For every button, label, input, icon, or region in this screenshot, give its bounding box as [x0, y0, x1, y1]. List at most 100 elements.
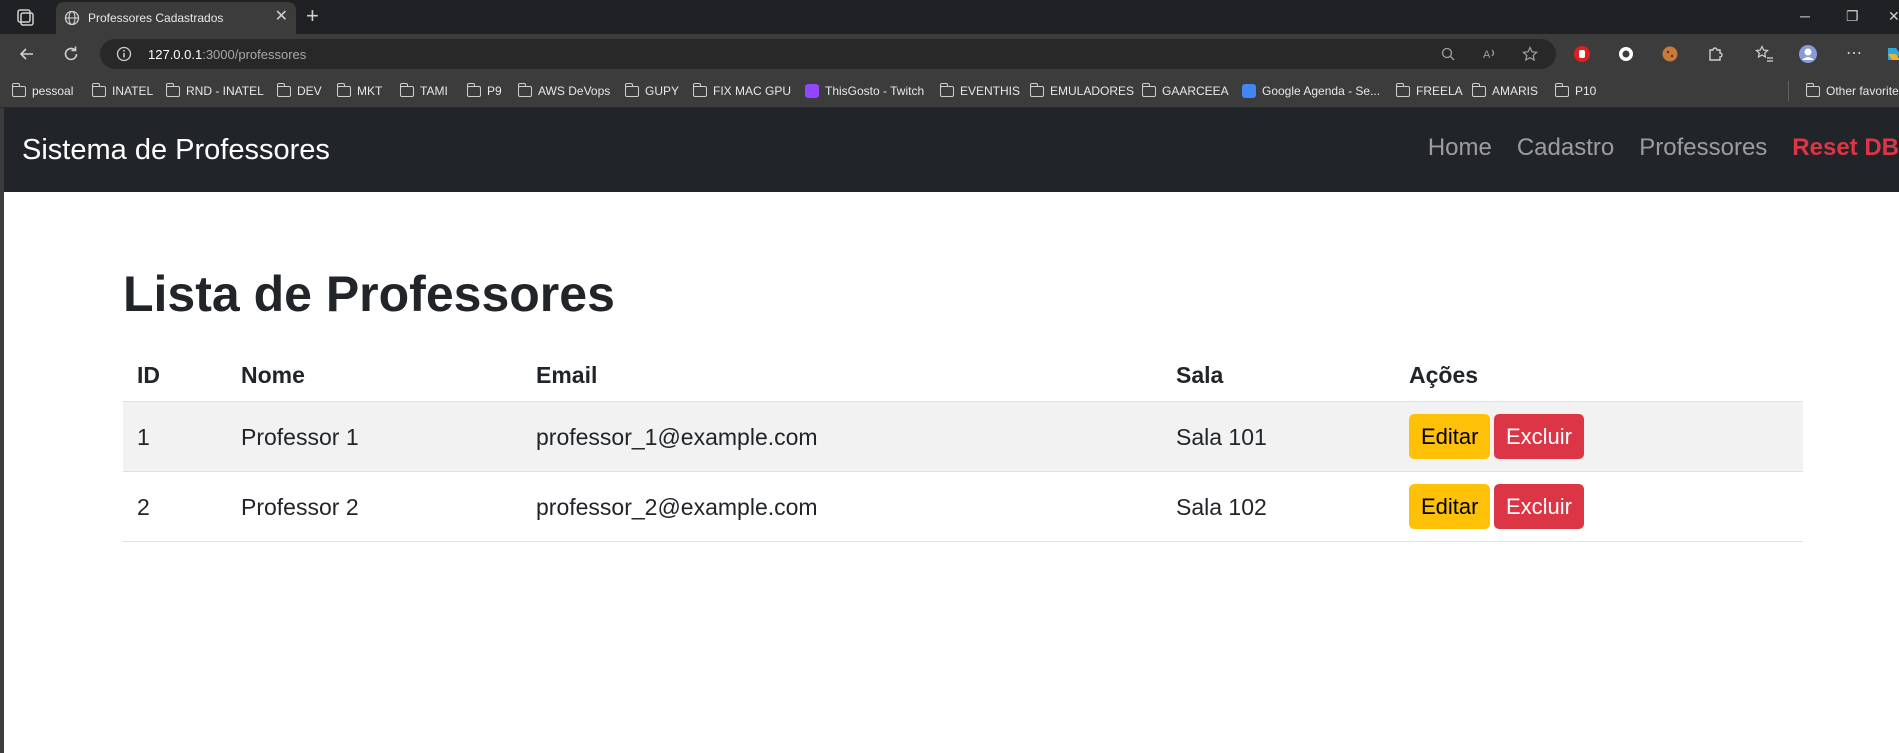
reload-icon[interactable]	[61, 44, 81, 64]
folder-icon	[12, 82, 26, 97]
copilot-icon[interactable]	[1884, 44, 1899, 64]
navbar-brand[interactable]: Sistema de Professores	[22, 134, 330, 167]
info-icon[interactable]	[116, 46, 132, 62]
url-text[interactable]: 127.0.0.1:3000/professores	[148, 47, 306, 62]
cell-email: professor_1@example.com	[536, 424, 818, 450]
browser-toolbar: 127.0.0.1:3000/professores A ⋯	[0, 34, 1899, 74]
svg-text:A: A	[1483, 49, 1491, 61]
bookmark-folder[interactable]: MKT	[337, 82, 382, 99]
nav-link-home[interactable]: Home	[1428, 134, 1492, 162]
extensions-puzzle-icon[interactable]	[1705, 44, 1725, 64]
column-header-id: ID	[137, 362, 160, 388]
folder-icon	[92, 82, 106, 97]
table-header: ID Nome Email Sala Ações	[123, 344, 1803, 402]
folder-icon	[1396, 82, 1410, 97]
folder-icon	[1030, 82, 1044, 97]
bookmark-folder[interactable]: AWS DeVops	[518, 82, 610, 99]
bookmark-folder[interactable]: RND - INATEL	[166, 82, 264, 99]
bookmark-folder[interactable]: GAARCEEA	[1142, 82, 1229, 99]
edit-button[interactable]: Editar	[1409, 484, 1491, 529]
favorites-list-icon[interactable]	[1754, 44, 1774, 64]
bookmark-folder[interactable]: AMARIS	[1472, 82, 1538, 99]
more-icon[interactable]: ⋯	[1846, 46, 1862, 62]
folder-icon	[277, 82, 291, 97]
zoom-icon[interactable]	[1440, 46, 1456, 62]
bookmark-folder[interactable]: FIX MAC GPU	[693, 82, 791, 99]
other-favorites-folder[interactable]: Other favorite	[1806, 82, 1899, 99]
profile-avatar-icon[interactable]	[1798, 44, 1818, 64]
bookmark-folder[interactable]: EVENTHIS	[940, 82, 1020, 99]
folder-icon	[166, 82, 180, 97]
column-header-email: Email	[536, 362, 598, 388]
bookmark-folder[interactable]: P10	[1555, 82, 1596, 99]
bookmark-folder[interactable]: EMULADORES	[1030, 82, 1134, 99]
delete-button[interactable]: Excluir	[1494, 484, 1585, 529]
bookmark-folder[interactable]: FREELA	[1396, 82, 1463, 99]
delete-button[interactable]: Excluir	[1494, 414, 1585, 459]
column-header-nome: Nome	[241, 362, 305, 388]
close-tab-icon[interactable]: ✕	[275, 8, 288, 26]
bookmark-folder[interactable]: DEV	[277, 82, 322, 99]
navbar-links: Home Cadastro Professores Reset DB	[1403, 134, 1899, 162]
bookmark-folder[interactable]: P9	[467, 82, 502, 99]
cell-sala: Sala 102	[1176, 494, 1267, 520]
read-aloud-icon[interactable]: A	[1482, 46, 1498, 62]
cell-sala: Sala 101	[1176, 424, 1267, 450]
calendar-icon	[1242, 84, 1256, 98]
app-navbar: Sistema de Professores Home Cadastro Pro…	[4, 108, 1899, 192]
cookie-extension-icon[interactable]	[1660, 44, 1680, 64]
bookmarks-bar: pessoal INATEL RND - INATEL DEV MKT TAMI…	[0, 74, 1899, 108]
tab-title: Professores Cadastrados	[88, 11, 224, 25]
window-close-icon[interactable]: ✕	[1888, 8, 1899, 24]
edit-button[interactable]: Editar	[1409, 414, 1491, 459]
folder-icon	[693, 82, 707, 97]
minimize-icon[interactable]: ─	[1800, 8, 1810, 24]
workspaces-icon[interactable]	[14, 8, 36, 26]
favorite-star-icon[interactable]	[1522, 46, 1538, 62]
folder-icon	[1472, 82, 1486, 97]
folder-icon	[1142, 82, 1156, 97]
extension-circle-icon[interactable]	[1616, 44, 1636, 64]
professors-table: ID Nome Email Sala Ações 1 Professor 1 p…	[123, 344, 1803, 542]
new-tab-icon[interactable]: +	[306, 4, 319, 28]
folder-icon	[940, 82, 954, 97]
folder-icon	[1555, 82, 1569, 97]
folder-icon	[1806, 82, 1820, 97]
page-title: Lista de Professores	[123, 266, 615, 322]
bookmark-link[interactable]: ThisGosto - Twitch	[805, 83, 924, 99]
globe-icon	[64, 10, 80, 26]
folder-icon	[518, 82, 532, 97]
table-row: 2 Professor 2 professor_2@example.com Sa…	[123, 472, 1803, 542]
column-header-sala: Sala	[1176, 362, 1224, 388]
bookmark-folder[interactable]: pessoal	[12, 82, 73, 99]
nav-link-professores[interactable]: Professores	[1639, 134, 1767, 162]
folder-icon	[467, 82, 481, 97]
browser-tab-bar: Professores Cadastrados ✕ + ─ ❐ ✕	[0, 0, 1899, 34]
cell-id: 1	[137, 424, 150, 450]
bookmark-link[interactable]: Google Agenda - Se...	[1242, 83, 1380, 99]
folder-icon	[337, 82, 351, 97]
nav-link-cadastro[interactable]: Cadastro	[1517, 134, 1614, 162]
bookmark-divider	[1788, 81, 1789, 101]
column-header-acoes: Ações	[1409, 362, 1479, 388]
cell-nome: Professor 2	[241, 494, 359, 520]
folder-icon	[400, 82, 414, 97]
bookmark-folder[interactable]: INATEL	[92, 82, 153, 99]
adblock-extension-icon[interactable]	[1572, 44, 1592, 64]
folder-icon	[625, 82, 639, 97]
page-content: Sistema de Professores Home Cadastro Pro…	[4, 108, 1899, 753]
bookmark-folder[interactable]: TAMI	[400, 82, 448, 99]
back-arrow-icon[interactable]	[17, 44, 37, 64]
restore-icon[interactable]: ❐	[1846, 8, 1859, 24]
address-bar[interactable]: 127.0.0.1:3000/professores A	[100, 39, 1556, 69]
bookmark-folder[interactable]: GUPY	[625, 82, 679, 99]
cell-id: 2	[137, 494, 150, 520]
url-host: 127.0.0.1	[148, 47, 203, 62]
cell-email: professor_2@example.com	[536, 494, 818, 520]
url-path: :3000/professores	[202, 47, 307, 62]
twitch-icon	[805, 84, 819, 98]
browser-tab[interactable]: Professores Cadastrados ✕	[56, 2, 296, 34]
nav-link-reset-db[interactable]: Reset DB	[1792, 134, 1899, 162]
table-row: 1 Professor 1 professor_1@example.com Sa…	[123, 402, 1803, 472]
cell-nome: Professor 1	[241, 424, 359, 450]
